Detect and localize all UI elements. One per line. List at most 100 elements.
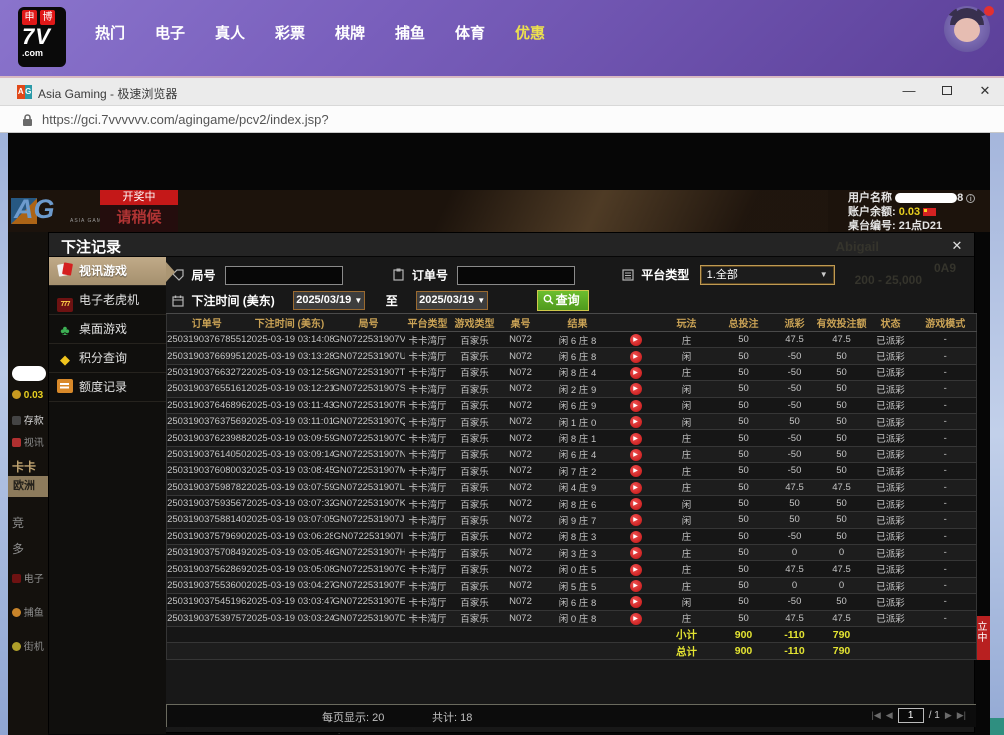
replay-icon[interactable]: ▶ [630,531,642,543]
next-page-icon[interactable]: ▶ [945,710,952,721]
sidebar-item-slot-machine[interactable]: 777电子老虎机 [49,286,166,315]
close-window-button[interactable]: ✕ [966,78,1004,106]
platform-type-select[interactable]: 1.全部▼ [700,265,835,285]
cell-game: 百家乐 [451,594,499,610]
sidebar-item-quota-records[interactable]: 额度记录 [49,373,166,402]
logo-text: 7V [22,25,62,49]
cell-platform: 卡卡湾厅 [405,577,451,593]
cell-stake: 50 [715,528,773,544]
replay-icon[interactable]: ▶ [630,596,642,608]
prev-page-icon[interactable]: ◀ [886,710,893,721]
url-text[interactable]: https://gci.7vvvvvv.com/agingame/pcv2/in… [42,112,329,127]
user-avatar[interactable] [944,6,990,52]
replay-icon[interactable]: ▶ [630,433,642,445]
minimize-button[interactable]: — [890,78,928,106]
mini-jing[interactable]: 竞 [12,514,24,531]
cell-payout: 47.5 [773,332,817,348]
search-button[interactable]: 查询 [537,290,589,311]
cell-replay: ▶ [613,495,659,511]
document-icon [57,379,73,393]
nav-item-fishing[interactable]: 捕鱼 [380,22,440,43]
mini-deposit[interactable]: 存款 [12,412,44,427]
cell-status: 已派彩 [867,577,915,593]
total-row: 总计900-110790 [167,643,977,659]
cell-valid: 0 [817,545,867,561]
replay-icon[interactable]: ▶ [630,564,642,576]
first-page-icon[interactable]: |◀ [872,710,881,721]
cell-table_no: N072 [499,545,543,561]
cell-mode: - [915,463,977,479]
nav-item-promo[interactable]: 优惠 [500,22,560,43]
replay-icon[interactable]: ▶ [630,367,642,379]
order-number-input[interactable] [457,266,575,285]
maximize-button[interactable] [928,78,966,106]
round-number-input[interactable] [225,266,343,285]
last-page-icon[interactable]: ▶| [957,710,966,721]
replay-icon[interactable]: ▶ [630,465,642,477]
cell-table_no: N072 [499,381,543,397]
replay-icon[interactable]: ▶ [630,400,642,412]
replay-icon[interactable]: ▶ [630,449,642,461]
cell-round: GN0722531907N [333,446,405,462]
cell-order: 250319037608003 [167,463,247,479]
side-mini-menu: 0.03 存款 视讯 卡卡 欧洲 竞 多 电子 捕鱼 街机 [8,232,48,735]
replay-icon[interactable]: ▶ [630,482,642,494]
replay-icon[interactable]: ▶ [630,416,642,428]
replay-icon[interactable]: ▶ [630,334,642,346]
nav-item-cards[interactable]: 棋牌 [320,22,380,43]
table-row: 2503190376375692025-03-19 03:11:01GN0722… [167,413,977,429]
ag-logo: AG [14,194,55,225]
date-from-picker[interactable]: 2025/03/19 ▼ [293,291,365,310]
mini-slots[interactable]: 电子 [12,570,44,585]
site-logo[interactable]: 申 博 7V .com [18,7,66,67]
cell-time: 2025-03-19 03:12:58 [247,364,333,380]
replay-icon[interactable]: ▶ [630,498,642,510]
chevron-down-icon: ▼ [354,296,362,305]
nav-item-lottery[interactable]: 彩票 [260,22,320,43]
username-redacted [895,193,957,203]
cell-mode: - [915,364,977,380]
cell-stake: 50 [715,463,773,479]
nav-item-live[interactable]: 真人 [200,22,260,43]
cell-bet: 庄 [659,545,715,561]
cell-game: 百家乐 [451,495,499,511]
nav-item-hot[interactable]: 热门 [80,22,140,43]
cell-time: 2025-03-19 03:05:08 [247,561,333,577]
replay-icon[interactable]: ▶ [630,351,642,363]
mini-arcade[interactable]: 街机 [12,638,44,653]
browser-url-bar[interactable]: https://gci.7vvvvvv.com/agingame/pcv2/in… [0,106,1004,133]
cell-table_no: N072 [499,512,543,528]
mini-fishing[interactable]: 捕鱼 [12,604,44,619]
cell-bet: 庄 [659,577,715,593]
chevron-down-icon: ▼ [477,296,485,305]
replay-icon[interactable]: ▶ [630,383,642,395]
replay-icon[interactable]: ▶ [630,613,642,625]
mini-duo[interactable]: 多 [12,540,24,557]
replay-icon[interactable]: ▶ [630,547,642,559]
sidebar-item-table-games[interactable]: ♣桌面游戏 [49,315,166,344]
nav-item-sports[interactable]: 体育 [440,22,500,43]
mini-video[interactable]: 视讯 [12,434,44,449]
cell-round: GN0722531907S [333,381,405,397]
cell-stake: 50 [715,430,773,446]
sidebar-item-points-query[interactable]: ◆积分查询 [49,344,166,373]
cell-table_no: N072 [499,528,543,544]
page-number-input[interactable] [898,708,924,723]
cell-game: 百家乐 [451,430,499,446]
cell-payout: 50 [773,413,817,429]
nav-item-slots[interactable]: 电子 [140,22,200,43]
date-to-picker[interactable]: 2025/03/19 ▼ [416,291,488,310]
sidebar-item-live-games[interactable]: 视讯游戏 [49,257,166,286]
mini-europe-selected[interactable]: 欧洲 [8,476,48,497]
replay-icon[interactable]: ▶ [630,580,642,592]
dialog-close-button[interactable]: ✕ [948,237,966,255]
info-icon[interactable]: i [966,194,975,203]
cell-result: 闲 0 庄 8 [543,610,613,626]
table-row: 2503190376080032025-03-19 03:08:45GN0722… [167,463,977,479]
mini-kaka[interactable]: 卡卡 [12,458,36,475]
cell-bet: 庄 [659,332,715,348]
red-side-tab[interactable]: 立中 [975,616,990,660]
replay-icon[interactable]: ▶ [630,514,642,526]
logo-badge: 申 [22,10,37,25]
cell-payout: -50 [773,381,817,397]
